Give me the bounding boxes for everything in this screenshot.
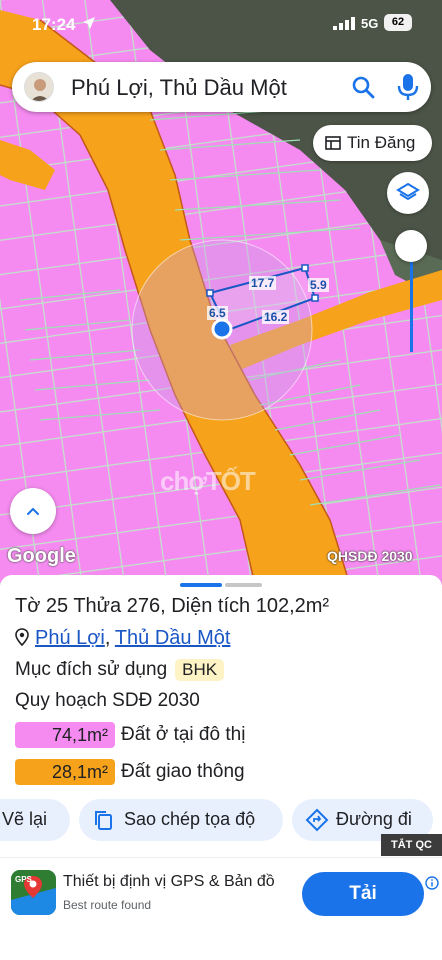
ward-link[interactable]: Phú Lợi — [35, 627, 105, 649]
redraw-label: Vẽ lại — [2, 809, 48, 829]
current-location-dot — [211, 318, 233, 340]
land-use-purpose: Mục đích sử dụng BHK — [15, 659, 225, 681]
purpose-code-badge: BHK — [175, 659, 225, 681]
panel-drag-handle[interactable] — [180, 583, 222, 587]
home-indicator-area — [0, 927, 442, 960]
legend-area-chip: 28,1m² — [15, 759, 115, 785]
watermark: chợTỐT — [160, 466, 256, 496]
signal-icon — [333, 17, 355, 30]
legend-label: Đất ở tại đô thị — [121, 724, 246, 745]
search-input[interactable]: Phú Lợi, Thủ Dầu Một — [71, 75, 287, 101]
network-type: 5G — [361, 16, 379, 31]
legend-area-chip: 74,1m² — [15, 722, 115, 748]
status-time: 17:24 — [32, 15, 76, 34]
dimension-label: 17.7 — [249, 276, 277, 290]
battery-icon: 62 — [384, 14, 412, 31]
copy-coordinates-button[interactable]: Sao chép tọa độ — [79, 799, 283, 841]
install-button[interactable]: Tải — [302, 872, 424, 916]
map-layer-name: QHSDĐ 2030 — [327, 548, 413, 564]
ad-title: Thiết bị định vị GPS & Bản đồ — [63, 873, 275, 890]
parcel-info-panel: Tờ 25 Thửa 276, Diện tích 102,2m² Phú Lợ… — [0, 575, 442, 960]
avatar[interactable] — [24, 72, 54, 102]
chevron-up-icon — [27, 507, 39, 515]
post-listing-label: Tin Đăng — [347, 133, 416, 152]
svg-text:GPS: GPS — [15, 875, 33, 884]
post-listing-button[interactable]: Tin Đăng — [313, 125, 432, 161]
legend-item: 74,1m² Đất ở tại đô thị — [15, 722, 245, 750]
city-link[interactable]: Thủ Dầu Một — [115, 627, 231, 649]
location-separator: , — [104, 627, 111, 649]
info-icon[interactable] — [425, 876, 439, 890]
map-view[interactable]: 17.7 5.9 6.5 16.2 chợTỐT Google QHSDĐ 20… — [0, 0, 442, 585]
google-logo: Google — [7, 545, 76, 567]
search-bar[interactable]: Phú Lợi, Thủ Dầu Một — [12, 62, 431, 112]
copy-icon — [95, 811, 112, 830]
dimension-label: 5.9 — [308, 278, 329, 292]
opacity-slider-knob[interactable] — [395, 230, 427, 262]
expand-panel-button[interactable] — [10, 488, 56, 534]
legend-label: Đất giao thông — [121, 761, 245, 782]
layers-button[interactable] — [387, 172, 429, 214]
directions-label: Đường đi — [336, 809, 412, 829]
app-icon: GPS — [11, 870, 56, 915]
purpose-label: Mục đích sử dụng — [15, 659, 168, 680]
dimension-label: 6.5 — [207, 306, 228, 320]
ad-subtitle: Best route found — [63, 898, 152, 912]
parcel-title: Tờ 25 Thửa 276, Diện tích 102,2m² — [15, 595, 330, 617]
microphone-icon[interactable] — [395, 73, 421, 101]
location-pin-icon — [15, 628, 29, 646]
location-arrow-icon — [83, 17, 95, 29]
ad-banner[interactable]: GPS Thiết bị định vị GPS & Bản đồ Best r… — [0, 857, 442, 927]
copy-coordinates-label: Sao chép tọa độ — [124, 809, 256, 829]
table-icon — [325, 136, 341, 150]
dimension-label: 16.2 — [262, 310, 290, 324]
panel-drag-handle[interactable] — [225, 583, 262, 587]
directions-icon — [305, 808, 329, 832]
close-ad-button[interactable]: TẮT QC — [381, 834, 442, 856]
redraw-button[interactable]: Vẽ lại — [0, 799, 70, 841]
status-bar: 17:24 5G 62 — [0, 0, 442, 46]
layers-icon — [396, 182, 420, 201]
legend-item: 28,1m² Đất giao thông — [15, 759, 245, 787]
location-row: Phú Lợi, Thủ Dầu Một — [15, 627, 230, 651]
search-icon[interactable] — [351, 75, 375, 99]
plan-title: Quy hoạch SDĐ 2030 — [15, 690, 200, 711]
